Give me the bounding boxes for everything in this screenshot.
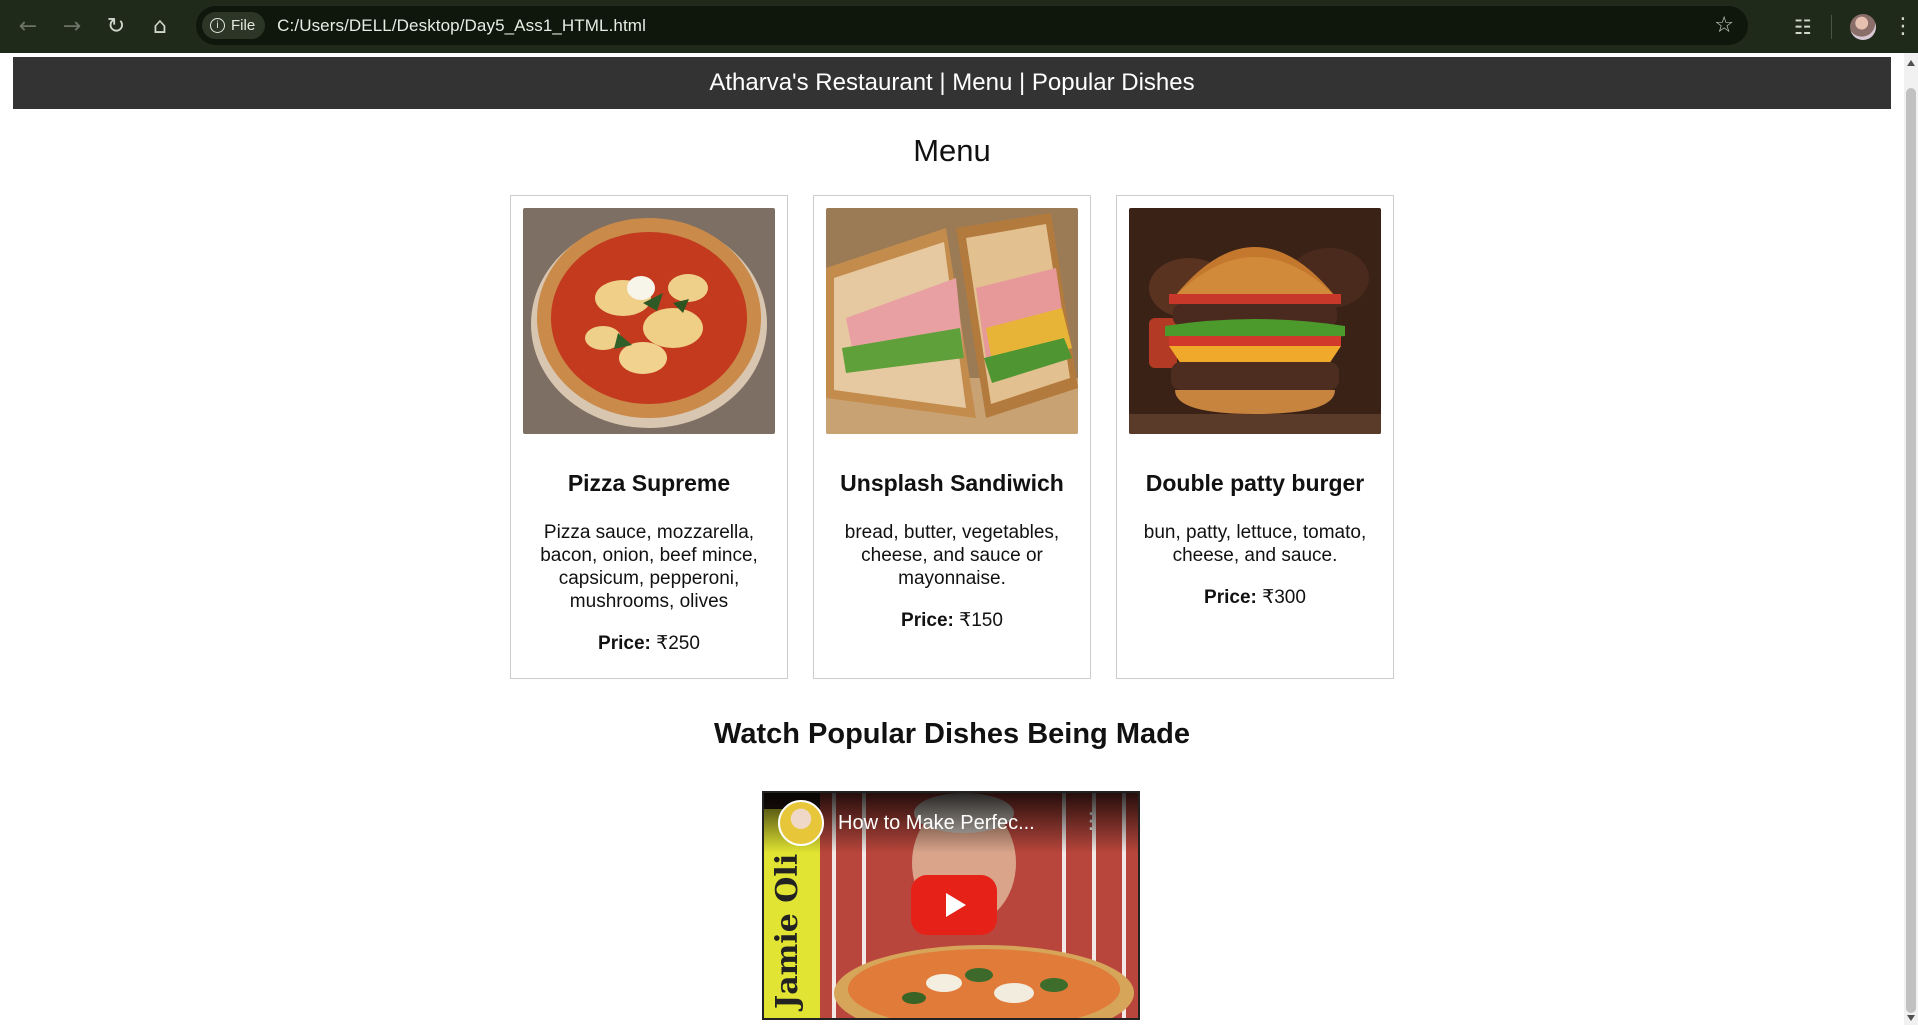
reload-icon[interactable]: ↻ — [94, 5, 138, 49]
dish-price: Price: ₹300 — [1129, 586, 1381, 609]
avatar[interactable] — [1850, 13, 1876, 40]
dish-price: Price: ₹150 — [826, 609, 1078, 632]
menu-card: Pizza Supreme Pizza sauce, mozzarella, b… — [510, 195, 788, 679]
sandwich-image — [826, 208, 1078, 434]
video-title[interactable]: How to Make Perfec... — [838, 812, 1035, 835]
channel-avatar[interactable] — [778, 800, 824, 846]
burger-image — [1129, 208, 1381, 434]
menu-cards: Pizza Supreme Pizza sauce, mozzarella, b… — [510, 195, 1395, 679]
dish-price: Price: ₹250 — [523, 632, 775, 655]
toolbar-divider — [1831, 14, 1832, 39]
home-icon[interactable]: ⌂ — [138, 5, 182, 49]
price-label: Price: — [901, 610, 954, 631]
site-chip-label: File — [231, 17, 256, 34]
dish-name: Unsplash Sandiwich — [840, 470, 1064, 496]
dish-description: Pizza sauce, mozzarella, bacon, onion, b… — [540, 522, 758, 612]
brand-text: Jamie Oli — [770, 853, 805, 1009]
menu-card: Unsplash Sandiwich bread, butter, vegeta… — [813, 195, 1091, 679]
price-label: Price: — [1204, 587, 1257, 608]
url-text[interactable]: C:/Users/DELL/Desktop/Day5_Ass1_HTML.htm… — [277, 16, 646, 36]
scroll-up-arrow-icon[interactable] — [1907, 60, 1915, 66]
extensions-icon[interactable]: ☷ — [1781, 5, 1825, 49]
dish-name: Double patty burger — [1145, 470, 1365, 496]
price-value: ₹300 — [1262, 587, 1306, 608]
forward-arrow-icon[interactable]: → — [50, 5, 94, 49]
price-value: ₹150 — [959, 610, 1003, 631]
scroll-thumb[interactable] — [1906, 88, 1916, 1013]
menu-card: Double patty burger bun, patty, lettuce,… — [1116, 195, 1394, 679]
pizza-image — [523, 208, 775, 434]
star-icon[interactable]: ☆ — [1714, 13, 1734, 38]
price-label: Price: — [598, 633, 651, 654]
site-header: Atharva's Restaurant | Menu | Popular Di… — [13, 57, 1891, 109]
header-title: Atharva's Restaurant | Menu | Popular Di… — [709, 69, 1195, 96]
page-viewport: Atharva's Restaurant | Menu | Popular Di… — [0, 53, 1904, 1025]
address-bar[interactable]: i File C:/Users/DELL/Desktop/Day5_Ass1_H… — [196, 6, 1748, 45]
play-icon — [946, 893, 966, 917]
video-section-title: Watch Popular Dishes Being Made — [714, 718, 1190, 750]
dish-description: bun, patty, lettuce, tomato, cheese, and… — [1143, 522, 1367, 566]
dish-description: bread, butter, vegetables, cheese, and s… — [844, 522, 1060, 589]
play-button[interactable] — [911, 875, 997, 935]
youtube-embed[interactable]: Jamie Oli How to Make Perfec... ⋮ — [762, 791, 1140, 1020]
browser-toolbar: ← → ↻ ⌂ i File C:/Users/DELL/Desktop/Day… — [0, 0, 1918, 53]
dish-name: Pizza Supreme — [567, 470, 731, 496]
price-value: ₹250 — [656, 633, 700, 654]
scroll-down-arrow-icon[interactable] — [1907, 1015, 1915, 1021]
site-info-chip[interactable]: i File — [202, 12, 266, 39]
back-arrow-icon[interactable]: ← — [6, 5, 50, 49]
video-topbar: How to Make Perfec... — [764, 793, 1138, 853]
info-icon: i — [210, 18, 225, 33]
menu-heading: Menu — [913, 133, 991, 168]
kebab-menu-icon[interactable]: ⋮ — [1888, 14, 1918, 39]
toolbar-right: ☷ ⋮ — [1781, 0, 1918, 53]
